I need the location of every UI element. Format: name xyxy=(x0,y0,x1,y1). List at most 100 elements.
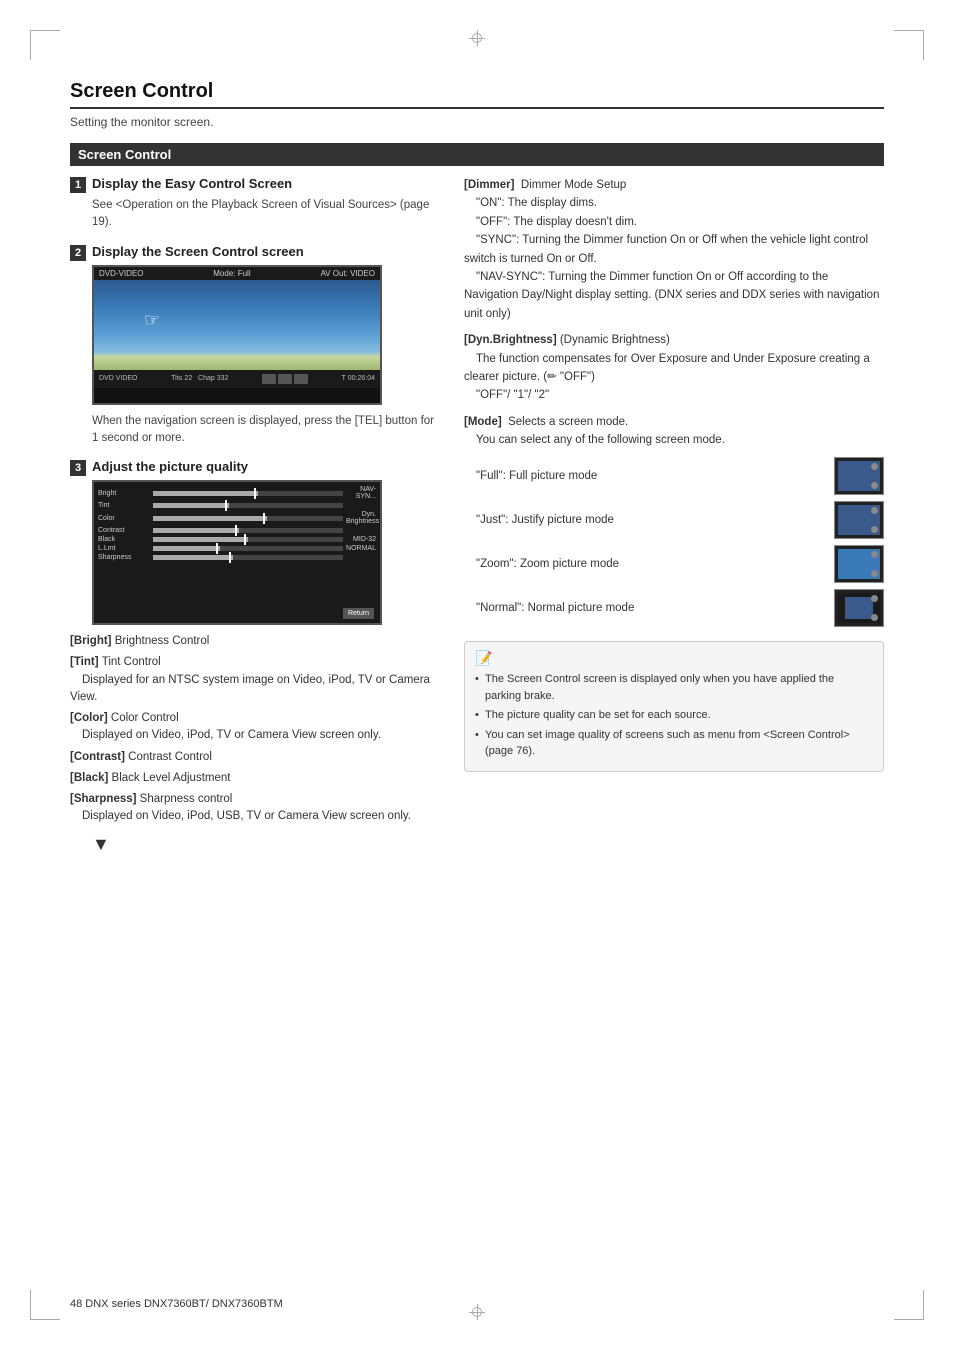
page-title: Screen Control xyxy=(70,80,884,109)
tint-thumb xyxy=(225,500,227,511)
adjust-row-color: Color Dyn. Brightness xyxy=(98,511,376,525)
color-thumb xyxy=(263,513,265,524)
adjust-row-tint: Tint xyxy=(98,502,376,509)
adjust-row-contrast: Contrast xyxy=(98,527,376,534)
color-fill xyxy=(153,516,267,521)
color-label: Color xyxy=(98,515,150,522)
sharpness-slider xyxy=(153,555,343,560)
llmt-thumb xyxy=(216,543,218,554)
color-slider xyxy=(153,516,343,521)
contrast-thumb xyxy=(235,525,237,536)
contrast-slider xyxy=(153,528,343,533)
mode-dot xyxy=(871,526,878,533)
bright-label: Bright xyxy=(98,490,150,497)
sharpness-label: Sharpness xyxy=(98,554,150,561)
step-3-number: 3 xyxy=(70,460,86,476)
step-1-label: Display the Easy Control Screen xyxy=(92,176,292,191)
mode-zoom-thumb xyxy=(834,545,884,583)
bright-slider xyxy=(153,491,343,496)
note-icon: 📝 xyxy=(475,650,873,667)
llmt-val: NORMAL xyxy=(346,545,376,552)
section-box: Screen Control xyxy=(70,143,884,166)
crosshair-top xyxy=(469,30,485,46)
mode-dot xyxy=(871,507,878,514)
page-content: Screen Control Setting the monitor scree… xyxy=(70,80,884,1270)
corner-mark-tl xyxy=(30,30,60,60)
screen-bottom-bar: DVD VIDEO Tit≤ 22 Chap 332 T 00:26:04 xyxy=(94,370,380,388)
black-label: Black xyxy=(98,536,150,543)
tint-slider xyxy=(153,503,343,508)
page-subtitle: Setting the monitor screen. xyxy=(70,115,884,129)
llmt-slider xyxy=(153,546,343,551)
step-2-desc: When the navigation screen is displayed,… xyxy=(92,413,440,448)
bright-thumb xyxy=(254,488,256,499)
adjust-row-sharpness: Sharpness xyxy=(98,554,376,561)
step-3-header: 3 Adjust the picture quality xyxy=(70,459,440,476)
left-column: 1 Display the Easy Control Screen See <O… xyxy=(70,176,440,867)
top-bar-middle: Mode: Full xyxy=(213,269,250,278)
adjust-row-llmt: L.Lmt NORMAL xyxy=(98,545,376,552)
llmt-fill xyxy=(153,546,220,551)
top-bar-left: DVD-VIDEO xyxy=(99,269,143,278)
param-dyn-brightness: [Dyn.Brightness] (Dynamic Brightness) Th… xyxy=(464,331,884,405)
mode-normal-label: "Normal": Normal picture mode xyxy=(476,602,826,614)
step-1-number: 1 xyxy=(70,177,86,193)
ctrl-btn-2 xyxy=(278,374,292,384)
mode-thumbnails: "Full": Full picture mode "Just": Justif… xyxy=(476,457,884,627)
color-val: Dyn. Brightness xyxy=(346,511,376,525)
param-mode: [Mode] Selects a screen mode. You can se… xyxy=(464,413,884,450)
tint-fill xyxy=(153,503,229,508)
contrast-fill xyxy=(153,528,239,533)
param-sharpness: [Sharpness] Sharpness control Displayed … xyxy=(70,791,440,826)
ctrl-btn-1 xyxy=(262,374,276,384)
bright-fill xyxy=(153,491,258,496)
ctrl-btn-3 xyxy=(294,374,308,384)
note-3: You can set image quality of screens suc… xyxy=(475,727,873,760)
corner-mark-br xyxy=(894,1290,924,1320)
param-tint: [Tint] Tint Control Displayed for an NTS… xyxy=(70,654,440,706)
mode-just-label: "Just": Justify picture mode xyxy=(476,514,826,526)
mode-dot xyxy=(871,463,878,470)
param-contrast: [Contrast] Contrast Control xyxy=(70,749,440,766)
note-2: The picture quality can be set for each … xyxy=(475,707,873,724)
mode-normal-thumb xyxy=(834,589,884,627)
bottom-bar-right: T 00:26:04 xyxy=(342,375,375,382)
corner-mark-tr xyxy=(894,30,924,60)
note-box: 📝 The Screen Control screen is displayed… xyxy=(464,641,884,772)
screen-simulation-step2: DVD-VIDEO Mode: Full AV Out: VIDEO ☞ DVD… xyxy=(92,265,382,405)
adjust-row-bright: Bright NAV-SYN... xyxy=(98,486,376,500)
screen-content-area: ☞ xyxy=(94,280,380,370)
adjust-row-black: Black MID-32 xyxy=(98,536,376,543)
black-val: MID-32 xyxy=(346,536,376,543)
page-footer: 48 DNX series DNX7360BT/ DNX7360BTM xyxy=(70,1298,283,1310)
black-fill xyxy=(153,537,248,542)
step-1: 1 Display the Easy Control Screen See <O… xyxy=(70,176,440,232)
mode-dot xyxy=(871,482,878,489)
bottom-arrow: ▼ xyxy=(92,834,440,855)
black-thumb xyxy=(244,534,246,545)
mode-dot xyxy=(871,595,878,602)
llmt-label: L.Lmt xyxy=(98,545,150,552)
bright-val: NAV-SYN... xyxy=(346,486,376,500)
bottom-controls xyxy=(262,374,308,384)
tint-label: Tint xyxy=(98,502,150,509)
return-button[interactable]: Return xyxy=(343,608,374,619)
step-1-desc: See <Operation on the Playback Screen of… xyxy=(92,197,440,232)
bottom-bar-left: DVD VIDEO xyxy=(99,375,138,382)
step-1-header: 1 Display the Easy Control Screen xyxy=(70,176,440,193)
corner-mark-bl xyxy=(30,1290,60,1320)
mode-full-thumb xyxy=(834,457,884,495)
mode-normal-row: "Normal": Normal picture mode xyxy=(476,589,884,627)
param-color: [Color] Color Control Displayed on Video… xyxy=(70,710,440,745)
hand-cursor-icon: ☞ xyxy=(144,310,160,331)
contrast-label: Contrast xyxy=(98,527,150,534)
note-1: The Screen Control screen is displayed o… xyxy=(475,671,873,704)
step-2-number: 2 xyxy=(70,245,86,261)
param-bright: [Bright] Brightness Control xyxy=(70,633,440,650)
mode-just-row: "Just": Justify picture mode xyxy=(476,501,884,539)
crosshair-bottom xyxy=(469,1304,485,1320)
mode-full-label: "Full": Full picture mode xyxy=(476,470,826,482)
sharpness-fill xyxy=(153,555,233,560)
adjust-screen-sim: Bright NAV-SYN... Tint xyxy=(92,480,382,625)
mode-just-thumb xyxy=(834,501,884,539)
